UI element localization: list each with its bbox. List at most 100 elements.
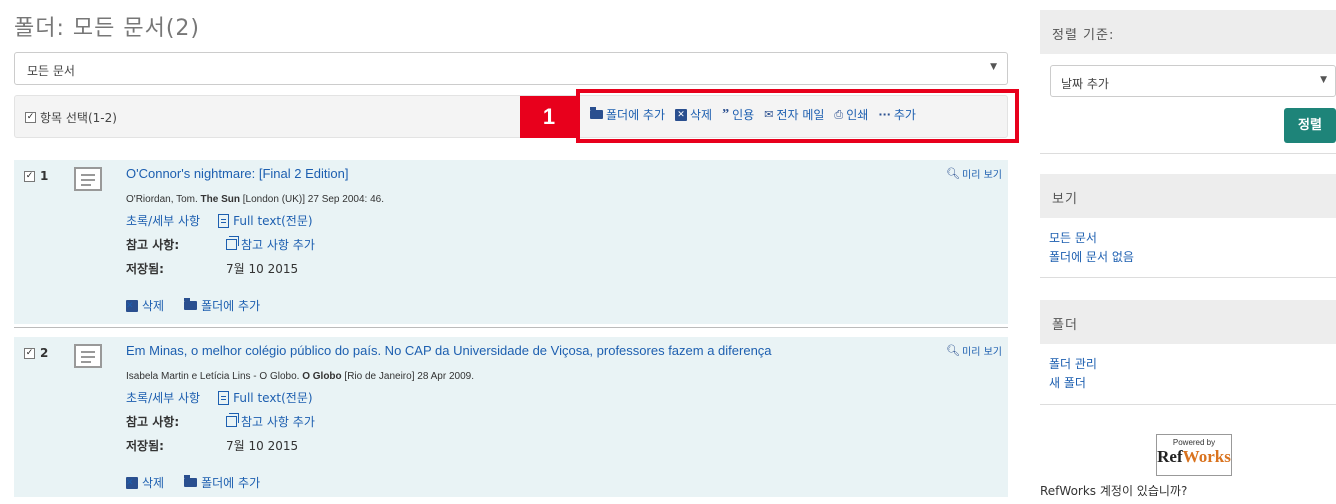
folder-links: 폴더 관리 새 폴더 — [1049, 355, 1097, 393]
note-row: 참고 사항: 참고 사항 추가 — [126, 236, 315, 253]
preview-label: 미리 보기 — [962, 170, 1002, 181]
divider — [1040, 277, 1336, 278]
folder-heading: 폴더 — [1040, 300, 1336, 344]
envelope-icon: ✉ — [764, 108, 774, 121]
sort-value: 날짜 추가 — [1061, 77, 1109, 91]
folder-icon — [184, 475, 198, 487]
email-button[interactable]: ✉ 전자 메일 — [764, 106, 824, 123]
refworks-logo-button[interactable]: Powered by RefWorks — [1156, 434, 1232, 476]
more-label: 추가 — [893, 108, 916, 122]
close-icon: ✕ — [126, 476, 138, 489]
view-all-documents-link[interactable]: 모든 문서 — [1049, 229, 1134, 248]
select-all-checkbox[interactable]: ✓ 항목 선택(1-2) — [25, 109, 117, 126]
more-button[interactable]: ··· 추가 — [878, 106, 916, 123]
result-checkbox[interactable]: ✓ 2 — [24, 346, 48, 360]
chevron-down-icon: ▼ — [1320, 75, 1327, 85]
close-icon: ✕ — [126, 299, 138, 312]
checkbox-icon[interactable]: ✓ — [24, 347, 35, 359]
add-note-link[interactable]: 참고 사항 추가 — [226, 413, 315, 430]
abstract-link[interactable]: 초록/세부 사항 — [126, 212, 200, 229]
result-delete-button[interactable]: ✕ 삭제 — [126, 474, 164, 491]
document-text-icon — [218, 390, 230, 405]
add-note-link[interactable]: 참고 사항 추가 — [226, 236, 315, 253]
printer-icon: ⎙ — [834, 107, 844, 121]
delete-button[interactable]: ✕ 삭제 — [675, 106, 712, 123]
divider — [14, 327, 1008, 328]
checkbox-icon[interactable]: ✓ — [24, 170, 35, 182]
note-label: 참고 사항: — [126, 415, 180, 429]
note-icon — [226, 413, 239, 427]
document-icon — [74, 167, 102, 191]
print-label: 인쇄 — [846, 108, 869, 122]
cite-button[interactable]: ” 인용 — [722, 106, 754, 123]
result-actions: ✕ 삭제 폴더에 추가 — [126, 474, 260, 491]
preview-link[interactable]: 🔍︎ 미리 보기 — [946, 166, 1002, 181]
document-filter-select[interactable]: 모든 문서 ▼ — [14, 52, 1008, 85]
result-links: 초록/세부 사항 Full text(전문) — [126, 212, 313, 229]
page-title: 폴더: 모든 문서(2) — [14, 16, 201, 41]
note-icon — [226, 236, 239, 250]
new-folder-link[interactable]: 새 폴더 — [1049, 374, 1097, 393]
sort-button[interactable]: 정렬 — [1284, 108, 1336, 143]
fulltext-label: Full text(전문) — [233, 214, 313, 228]
add-to-folder-label: 폴더에 추가 — [606, 108, 666, 122]
saved-label: 저장됨: — [126, 439, 164, 453]
divider — [1040, 153, 1336, 154]
add-note-label: 참고 사항 추가 — [241, 415, 315, 429]
result-number: 2 — [40, 346, 49, 360]
powered-by-label: Powered by — [1172, 438, 1216, 447]
saved-date: 7월 10 2015 — [226, 439, 299, 453]
magnifier-icon: 🔍︎ — [946, 344, 961, 357]
result-citation: Isabela Martin e Letícia Lins - O Globo.… — [126, 371, 474, 382]
saved-row: 저장됨: 7월 10 2015 — [126, 437, 298, 454]
delete-label: 삭제 — [142, 476, 165, 490]
view-unfiled-documents-link[interactable]: 폴더에 문서 없음 — [1049, 248, 1134, 267]
view-links: 모든 문서 폴더에 문서 없음 — [1049, 229, 1134, 267]
magnifier-icon: 🔍︎ — [946, 167, 961, 180]
result-add-folder-button[interactable]: 폴더에 추가 — [184, 474, 260, 491]
folder-icon — [184, 298, 198, 310]
saved-row: 저장됨: 7월 10 2015 — [126, 260, 298, 277]
email-label: 전자 메일 — [776, 108, 825, 122]
add-note-label: 참고 사항 추가 — [241, 238, 315, 252]
result-title-link[interactable]: O'Connor's nightmare: [Final 2 Edition] — [126, 166, 348, 181]
result-actions: ✕ 삭제 폴더에 추가 — [126, 297, 260, 314]
sort-heading: 정렬 기준: — [1040, 10, 1336, 54]
note-row: 참고 사항: 참고 사항 추가 — [126, 413, 315, 430]
sort-select[interactable]: 날짜 추가 ▼ — [1050, 65, 1336, 97]
refworks-account-question: RefWorks 계정이 있습니까? — [1040, 484, 1188, 498]
result-delete-button[interactable]: ✕ 삭제 — [126, 297, 164, 314]
quote-icon: ” — [722, 106, 730, 122]
result-add-folder-button[interactable]: 폴더에 추가 — [184, 297, 260, 314]
preview-link[interactable]: 🔍︎ 미리 보기 — [946, 343, 1002, 358]
saved-label: 저장됨: — [126, 262, 164, 276]
result-citation: O'Riordan, Tom. The Sun [London (UK)] 27… — [126, 194, 384, 205]
checkbox-icon[interactable]: ✓ — [25, 112, 36, 123]
add-to-folder-button[interactable]: 폴더에 추가 — [590, 106, 665, 123]
filter-value: 모든 문서 — [27, 64, 75, 78]
document-icon — [74, 344, 102, 368]
manage-folders-link[interactable]: 폴더 관리 — [1049, 355, 1097, 374]
result-checkbox[interactable]: ✓ 1 — [24, 169, 48, 183]
divider — [1040, 404, 1336, 405]
result-links: 초록/세부 사항 Full text(전문) — [126, 389, 313, 406]
fulltext-link[interactable]: Full text(전문) — [218, 212, 313, 229]
refworks-logo: RefWorks — [1157, 447, 1231, 466]
result-title-link[interactable]: Em Minas, o melhor colégio público do pa… — [126, 343, 772, 358]
select-all-label: 항목 선택(1-2) — [40, 111, 117, 125]
ellipsis-icon: ··· — [878, 108, 891, 121]
abstract-link[interactable]: 초록/세부 사항 — [126, 389, 200, 406]
chevron-down-icon: ▼ — [990, 62, 997, 72]
note-label: 참고 사항: — [126, 238, 180, 252]
result-number: 1 — [40, 169, 49, 183]
preview-label: 미리 보기 — [962, 347, 1002, 358]
fulltext-link[interactable]: Full text(전문) — [218, 389, 313, 406]
close-icon: ✕ — [675, 108, 688, 121]
result-item: ✓ 2 Em Minas, o melhor colégio público d… — [14, 337, 1008, 497]
add-folder-label: 폴더에 추가 — [201, 299, 261, 313]
folder-add-icon — [590, 107, 603, 119]
print-button[interactable]: ⎙ 인쇄 — [834, 106, 868, 123]
delete-label: 삭제 — [690, 108, 713, 122]
cite-label: 인용 — [732, 108, 755, 122]
callout-marker: 1 — [520, 96, 578, 138]
